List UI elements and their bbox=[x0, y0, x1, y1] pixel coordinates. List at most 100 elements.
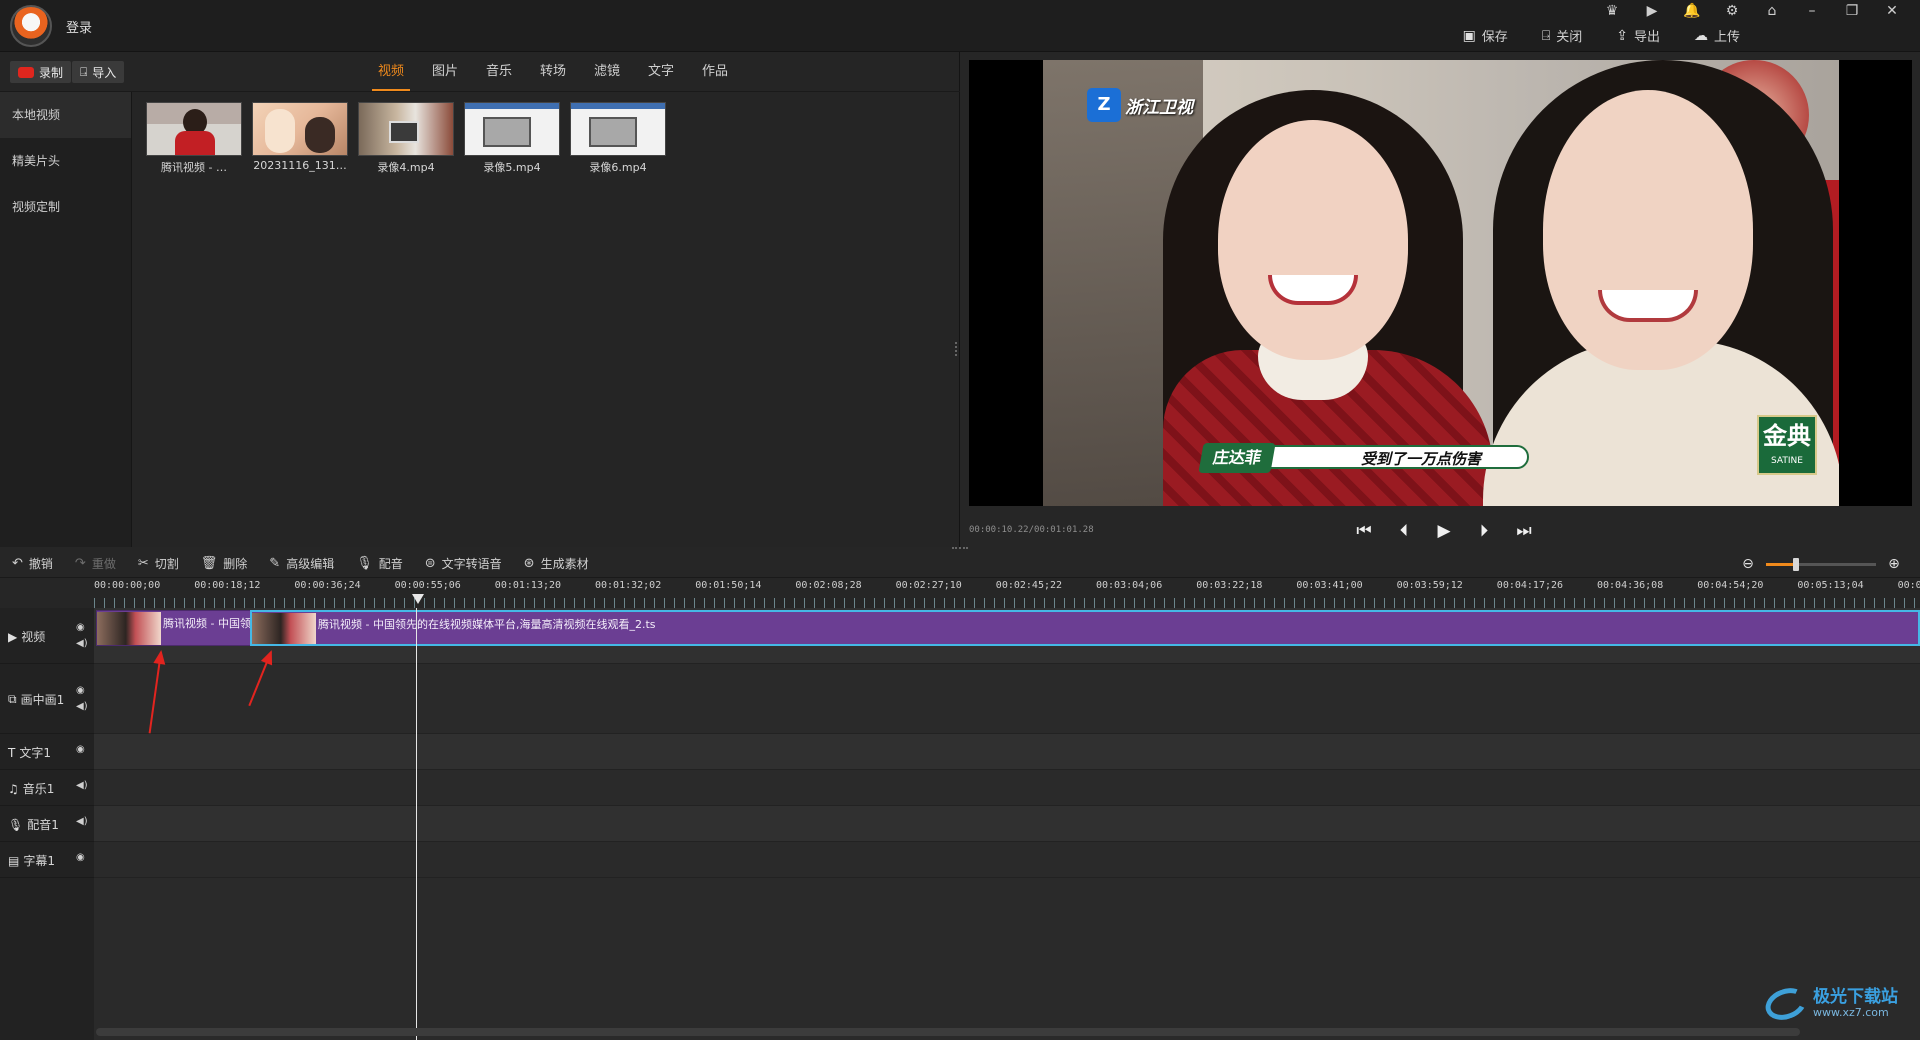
media-item[interactable]: 20231116_131… bbox=[252, 102, 348, 175]
media-item[interactable]: 录像5.mp4 bbox=[464, 102, 560, 175]
undo-button[interactable]: ↶ 撤销 bbox=[12, 555, 53, 572]
brand-name: 金典 bbox=[1763, 422, 1811, 450]
ruler-ticks bbox=[94, 598, 1920, 608]
playhead-line[interactable] bbox=[416, 608, 417, 1040]
library-category[interactable]: 精美片头 bbox=[0, 138, 131, 184]
zoom-out-icon[interactable]: ⊖ bbox=[1740, 556, 1756, 572]
visibility-eye-icon[interactable]: ◉ bbox=[76, 852, 85, 863]
zoom-slider[interactable] bbox=[1766, 557, 1876, 571]
zoom-slider-knob[interactable] bbox=[1792, 557, 1799, 571]
close-icon[interactable]: ✕ bbox=[1872, 2, 1912, 20]
track-lane[interactable] bbox=[94, 806, 1920, 842]
dub-button[interactable]: 🎙 配音 bbox=[356, 555, 403, 572]
track-label: 配音1 bbox=[27, 818, 59, 832]
minimize-icon[interactable]: – bbox=[1792, 2, 1832, 20]
play-window-icon[interactable]: ▶ bbox=[1632, 2, 1672, 20]
video-editor-app: 登录 ♛ ▶ 🔔 ⚙ ⌂ – ❐ ✕ ▣ 保存 ⍈ 关闭 ⇪ 导出 ☁ 上传 录制 ⍈ 导入 视频 图片 音乐转… bbox=[0, 0, 1920, 1040]
step-back-icon[interactable]: ⏴ bbox=[1391, 518, 1417, 544]
skin-icon[interactable]: ⌂ bbox=[1752, 2, 1792, 20]
close-doc-button[interactable]: ⍈ 关闭 bbox=[1542, 26, 1582, 46]
video-clip[interactable]: 腾讯视频 - 中国领 bbox=[96, 610, 252, 646]
step-forward-icon[interactable]: ⏵ bbox=[1471, 518, 1497, 544]
watermark-text: 极光下载站 bbox=[1813, 987, 1898, 1007]
action-label: 保存 bbox=[1481, 30, 1508, 45]
library-tab[interactable]: 滤镜 bbox=[580, 52, 634, 92]
ruler-label: 00:00:00;00 bbox=[94, 580, 161, 591]
volume-icon[interactable]: ◀) bbox=[76, 701, 88, 712]
save-button[interactable]: ▣ 保存 bbox=[1462, 26, 1508, 46]
library-tab[interactable]: 文字 bbox=[634, 52, 688, 92]
visibility-eye-icon[interactable]: ◉ bbox=[76, 685, 85, 696]
generate-material-button[interactable]: ⊛ 生成素材 bbox=[524, 555, 589, 572]
volume-icon[interactable]: ◀) bbox=[76, 780, 88, 791]
library-tab[interactable]: 图片 bbox=[418, 52, 472, 92]
visibility-eye-icon[interactable]: ◉ bbox=[76, 622, 85, 633]
vertical-splitter-handle[interactable] bbox=[955, 342, 957, 356]
cut-icon: ✂ bbox=[137, 556, 149, 571]
track-lane[interactable] bbox=[94, 734, 1920, 770]
restore-icon[interactable]: ❐ bbox=[1832, 2, 1872, 20]
zoom-slider-fill bbox=[1766, 562, 1796, 566]
track-lane[interactable]: 腾讯视频 - 中国领 腾讯视频 - 中国领先的在线视频媒体平台,海量高清视频在线观… bbox=[94, 608, 1920, 664]
visibility-eye-icon[interactable]: ◉ bbox=[76, 744, 85, 755]
advanced-edit-icon: ✎ bbox=[269, 556, 281, 571]
volume-icon[interactable]: ◀) bbox=[76, 638, 88, 649]
ruler-label: 00:01:13;20 bbox=[494, 580, 562, 591]
timeline-horizontal-scrollbar[interactable] bbox=[96, 1028, 1800, 1036]
watermark-logo-icon bbox=[1761, 982, 1811, 1025]
ruler-label: 00:03:41;00 bbox=[1296, 580, 1363, 591]
delete-icon: 🗑 bbox=[200, 556, 218, 571]
text-to-speech-button[interactable]: ⊜ 文字转语音 bbox=[425, 555, 502, 572]
media-item[interactable]: 腾讯视频 - … bbox=[146, 102, 242, 175]
library-tab[interactable]: 音乐 bbox=[472, 52, 526, 92]
timeline-ruler[interactable]: 00:00:00;00 00:00:18;12 00:00:36;24 00:00:5… bbox=[94, 578, 1920, 608]
delete-button[interactable]: 🗑 删除 bbox=[201, 555, 248, 572]
media-item[interactable]: 录像6.mp4 bbox=[570, 102, 666, 175]
export-icon: ⇪ bbox=[1616, 27, 1628, 44]
bell-icon[interactable]: 🔔 bbox=[1672, 2, 1712, 20]
media-grid: 腾讯视频 - … 20231116_131… 录像4.mp4 录像5.mp4 录像6.m… bbox=[146, 102, 666, 175]
volume-icon[interactable]: ◀) bbox=[76, 816, 88, 827]
import-button[interactable]: ⍈ 导入 bbox=[72, 61, 125, 83]
save-icon: ▣ bbox=[1462, 27, 1476, 44]
record-button[interactable]: 录制 bbox=[10, 61, 72, 83]
login-link[interactable]: 登录 bbox=[66, 17, 92, 36]
title-bar: 登录 ♛ ▶ 🔔 ⚙ ⌂ – ❐ ✕ ▣ 保存 ⍈ 关闭 ⇪ 导出 ☁ 上传 bbox=[0, 0, 1920, 52]
advanced-edit-button[interactable]: ✎ 高级编辑 bbox=[269, 555, 334, 572]
preview-panel: Z 浙江卫视 庄达菲 受到了一万点伤害 金典 SATINE 00:00:10.2… bbox=[961, 52, 1920, 547]
library-tab[interactable]: 转场 bbox=[526, 52, 580, 92]
mic-track-icon: 🎙 bbox=[8, 817, 24, 832]
library-tab[interactable]: 作品 bbox=[688, 52, 742, 92]
library-tab[interactable]: 视频 bbox=[364, 52, 418, 92]
upload-button[interactable]: ☁ 上传 bbox=[1694, 26, 1740, 46]
zoom-in-icon[interactable]: ⊕ bbox=[1886, 556, 1902, 572]
library-category[interactable]: 视频定制 bbox=[0, 184, 131, 230]
track-name: ♫ 音乐1 bbox=[8, 780, 54, 797]
crown-icon[interactable]: ♛ bbox=[1592, 2, 1632, 20]
track-lane[interactable] bbox=[94, 664, 1920, 734]
export-button[interactable]: ⇪ 导出 bbox=[1616, 26, 1660, 46]
action-label: 上传 bbox=[1713, 30, 1740, 45]
play-icon[interactable]: ▶ bbox=[1431, 518, 1457, 544]
redo-button[interactable]: ↷ 重做 bbox=[75, 555, 116, 572]
track-name: ▶ 视频 bbox=[8, 628, 45, 645]
skip-start-icon[interactable]: ⏮ bbox=[1351, 518, 1377, 544]
track-name: 🎙 配音1 bbox=[8, 816, 59, 833]
media-item[interactable]: 录像4.mp4 bbox=[358, 102, 454, 175]
track-name: ▤ 字幕1 bbox=[8, 852, 55, 869]
gear-icon[interactable]: ⚙ bbox=[1712, 2, 1752, 20]
media-thumbnail bbox=[252, 102, 348, 156]
video-preview[interactable]: Z 浙江卫视 庄达菲 受到了一万点伤害 金典 SATINE bbox=[969, 60, 1912, 506]
record-icon bbox=[18, 66, 34, 78]
skip-end-icon[interactable]: ⏭ bbox=[1511, 518, 1537, 544]
track-area[interactable]: 腾讯视频 - 中国领 腾讯视频 - 中国领先的在线视频媒体平台,海量高清视频在线观… bbox=[94, 608, 1920, 1040]
ruler-label: 00:04:36;08 bbox=[1597, 580, 1664, 591]
app-logo[interactable] bbox=[10, 5, 52, 47]
track-lane[interactable] bbox=[94, 770, 1920, 806]
timeline-zoom: ⊖ ⊕ bbox=[1740, 556, 1902, 572]
library-category[interactable]: 本地视频 bbox=[0, 92, 131, 138]
video-clip[interactable]: 腾讯视频 - 中国领先的在线视频媒体平台,海量高清视频在线观看_2.ts bbox=[250, 610, 1920, 646]
playhead-handle[interactable] bbox=[412, 594, 424, 604]
cut-button[interactable]: ✂ 切割 bbox=[138, 555, 179, 572]
track-lane[interactable] bbox=[94, 842, 1920, 878]
